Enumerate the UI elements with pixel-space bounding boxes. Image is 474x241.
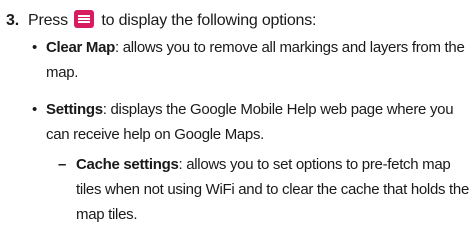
menu-key-icon (74, 10, 95, 28)
option-clear-map: • Clear Map: allows you to remove all ma… (32, 35, 470, 85)
bullet-icon: • (32, 101, 37, 118)
step-3: 3. Press to display the following options… (6, 8, 472, 33)
bullet-icon: • (32, 39, 37, 56)
step-text-before: Press (28, 12, 68, 29)
option-description: : displays the Google Mobile Help web pa… (46, 101, 454, 143)
dash-icon: – (58, 156, 67, 173)
option-settings: • Settings: displays the Google Mobile H… (32, 97, 470, 147)
option-term: Clear Map (46, 39, 115, 56)
suboption-term: Cache settings (76, 156, 179, 173)
step-text-after: to display the following options: (101, 12, 317, 29)
option-term: Settings (46, 101, 103, 118)
step-number: 3. (6, 12, 19, 29)
suboption-cache-settings: – Cache settings: allows you to set opti… (58, 152, 470, 227)
